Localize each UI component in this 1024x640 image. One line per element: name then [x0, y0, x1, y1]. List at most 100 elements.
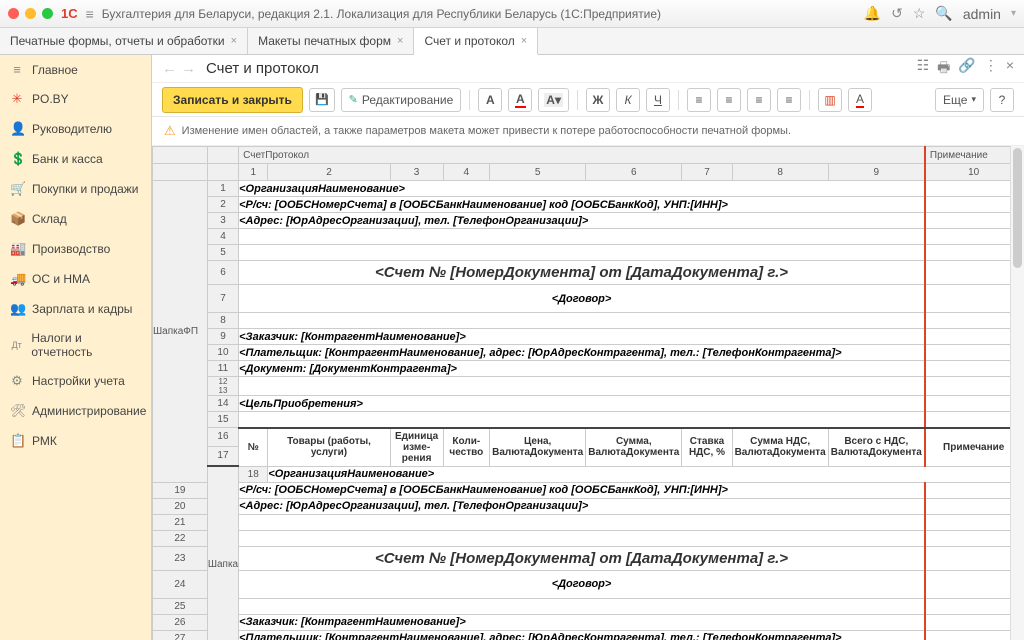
col-8[interactable]: 8 — [732, 164, 828, 181]
col-6[interactable]: 6 — [586, 164, 682, 181]
sidebar-item-manager[interactable]: 👤Руководителю — [0, 114, 151, 144]
cell[interactable] — [925, 361, 1022, 377]
hdr-vat-rate[interactable]: Ставка НДС, % — [682, 428, 732, 467]
cell[interactable]: <Договор> — [239, 570, 925, 598]
row-num[interactable]: 14 — [207, 396, 238, 412]
cell[interactable]: <Плательщик: [КонтрагентНаименование], а… — [239, 630, 925, 640]
col-5[interactable]: 5 — [490, 164, 586, 181]
cell[interactable] — [239, 245, 925, 261]
col-2[interactable]: 2 — [268, 164, 390, 181]
hdr-unit[interactable]: Единица изме- рения — [390, 428, 443, 467]
sidebar-item-main[interactable]: ≡Главное — [0, 55, 151, 84]
cell[interactable]: <Заказчик: [КонтрагентНаименование]> — [239, 329, 925, 345]
row-num[interactable]: 6 — [207, 261, 238, 285]
row-num[interactable]: 17 — [207, 446, 238, 466]
cell[interactable] — [925, 285, 1022, 313]
cell[interactable]: <Заказчик: [КонтрагентНаименование]> — [239, 614, 925, 630]
row-num[interactable]: 26 — [153, 614, 208, 630]
font-button[interactable]: A — [478, 88, 502, 112]
hdr-sum[interactable]: Сумма, ВалютаДокумента — [586, 428, 682, 467]
user-label[interactable]: admin — [963, 6, 1001, 22]
cell[interactable] — [239, 598, 925, 614]
cell-title[interactable]: <Счет № [НомерДокумента] от [ДатаДокумен… — [239, 261, 925, 285]
row-num[interactable]: 21 — [153, 514, 208, 530]
cell[interactable] — [925, 313, 1022, 329]
forward-icon[interactable]: → — [181, 60, 196, 77]
row-num[interactable]: 4 — [207, 229, 238, 245]
row-num[interactable]: 2 — [207, 197, 238, 213]
row-num[interactable]: 20 — [153, 498, 208, 514]
edit-mode-button[interactable]: ✎Редактирование — [341, 88, 462, 112]
tab-invoice-protocol[interactable]: Счет и протокол × — [414, 28, 538, 55]
bell-icon[interactable]: 🔔 — [864, 5, 881, 22]
cell[interactable]: <Плательщик: [КонтрагентНаименование], а… — [239, 345, 925, 361]
row-num[interactable]: 24 — [153, 570, 208, 598]
border-button[interactable]: ▥ — [818, 88, 842, 112]
search-icon[interactable]: 🔍 — [935, 5, 952, 22]
hdr-note[interactable]: Примечание — [925, 428, 1022, 467]
tab-layouts[interactable]: Макеты печатных форм × — [248, 28, 414, 54]
align-justify-button[interactable]: ≡ — [777, 88, 801, 112]
col-10[interactable]: 10 — [925, 164, 1022, 181]
sidebar-item-bank[interactable]: 💲Банк и касса — [0, 144, 151, 174]
cell[interactable]: <Договор> — [239, 285, 925, 313]
help-button[interactable]: ? — [990, 88, 1014, 112]
cell[interactable]: <Р/сч: [ООБСНомерСчета] в [ООБСБанкНаиме… — [239, 482, 925, 498]
row-num[interactable]: 15 — [207, 412, 238, 428]
sidebar-item-settings[interactable]: ⚙Настройки учета — [0, 366, 151, 396]
cell[interactable]: <Р/сч: [ООБСНомерСчета] в [ООБСБанкНаиме… — [239, 197, 925, 213]
row-num[interactable]: 9 — [207, 329, 238, 345]
spreadsheet[interactable]: СчетПротокол Примечание 1 2 3 4 5 6 7 8 … — [152, 146, 1024, 640]
cell[interactable] — [239, 377, 925, 396]
tab-print-forms[interactable]: Печатные формы, отчеты и обработки × — [0, 28, 248, 54]
italic-button[interactable]: К — [616, 88, 640, 112]
cell[interactable] — [925, 213, 1022, 229]
sidebar-item-stock[interactable]: 📦Склад — [0, 204, 151, 234]
cell[interactable] — [239, 412, 925, 428]
minimize-icon[interactable] — [25, 8, 36, 19]
row-num[interactable]: 11 — [207, 361, 238, 377]
sidebar-item-admin[interactable]: 🛠Администрирование — [0, 396, 151, 426]
close-page-icon[interactable]: × — [1006, 57, 1014, 81]
cell[interactable] — [239, 530, 925, 546]
close-icon[interactable]: × — [397, 35, 403, 47]
cell[interactable] — [925, 614, 1022, 630]
row-num[interactable]: 19 — [153, 482, 208, 498]
sidebar-item-sales[interactable]: 🛒Покупки и продажи — [0, 174, 151, 204]
hdr-vat-sum[interactable]: Сумма НДС, ВалютаДокумента — [732, 428, 828, 467]
cell[interactable] — [925, 377, 1022, 396]
hdr-no[interactable]: № — [239, 428, 268, 467]
cell[interactable] — [925, 546, 1022, 570]
vertical-scrollbar[interactable] — [1010, 146, 1024, 640]
cell[interactable] — [925, 530, 1022, 546]
row-num[interactable]: 25 — [153, 598, 208, 614]
col-7[interactable]: 7 — [682, 164, 732, 181]
col-4[interactable]: 4 — [443, 164, 490, 181]
save-button[interactable]: 💾 — [309, 88, 335, 112]
cell[interactable] — [925, 245, 1022, 261]
cell[interactable] — [925, 345, 1022, 361]
cell[interactable]: <Документ: [ДокументКонтрагента]> — [239, 361, 925, 377]
row-num[interactable]: 18 — [239, 466, 268, 482]
sidebar-item-production[interactable]: 🏭Производство — [0, 234, 151, 264]
font-color-button[interactable]: A — [508, 88, 532, 112]
bg-color-button[interactable]: A▾ — [538, 88, 569, 112]
cell-title[interactable]: <Счет № [НомерДокумента] от [ДатаДокумен… — [239, 546, 925, 570]
row-num[interactable]: 1213 — [207, 377, 238, 396]
cell[interactable] — [239, 313, 925, 329]
row-num[interactable]: 10 — [207, 345, 238, 361]
more-button[interactable]: Еще ▾ — [935, 88, 984, 112]
sidebar-item-poby[interactable]: ✳PO.BY — [0, 84, 151, 114]
row-num[interactable]: 5 — [207, 245, 238, 261]
dropdown-icon[interactable]: ▾ — [1011, 8, 1016, 19]
row-num[interactable]: 23 — [153, 546, 208, 570]
cell[interactable] — [925, 482, 1022, 498]
sidebar-item-salary[interactable]: 👥Зарплата и кадры — [0, 294, 151, 324]
col-3[interactable]: 3 — [390, 164, 443, 181]
cell[interactable]: <ЦельПриобретения> — [239, 396, 925, 412]
close-icon[interactable]: × — [231, 35, 237, 47]
cell[interactable]: <ОрганизацияНаименование> — [268, 466, 1022, 482]
sidebar-item-taxes[interactable]: ДтНалоги и отчетность — [0, 324, 151, 366]
align-right-button[interactable]: ≡ — [747, 88, 771, 112]
close-icon[interactable]: × — [521, 35, 527, 47]
